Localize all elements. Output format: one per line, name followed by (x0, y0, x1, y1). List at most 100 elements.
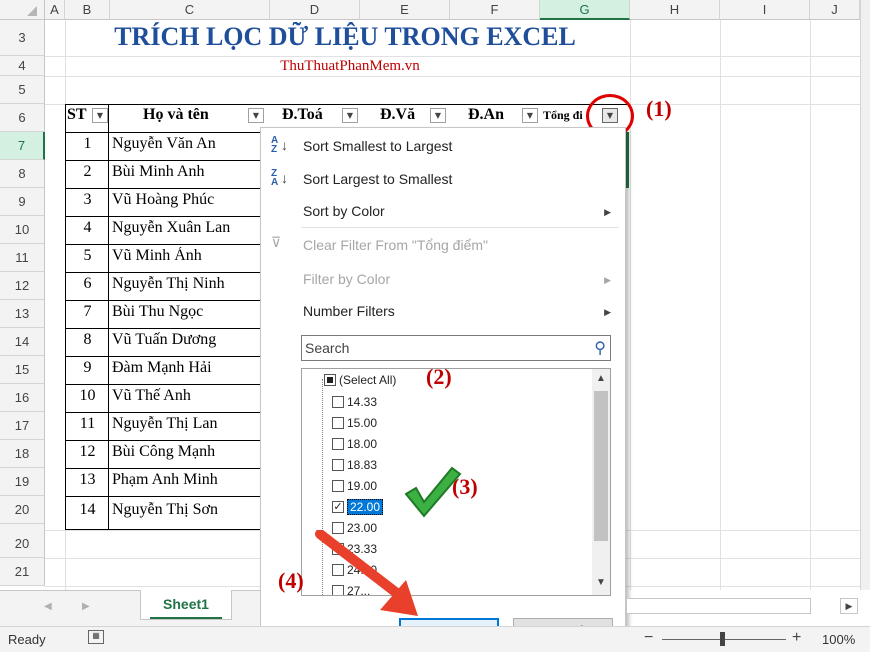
cell-stt[interactable]: 7 (65, 303, 110, 321)
filter-by-color[interactable]: Filter by Color (303, 271, 390, 287)
macro-record-icon[interactable]: ▦ (88, 630, 104, 644)
cell-stt[interactable]: 14 (65, 501, 110, 519)
row-header[interactable]: 11 (0, 244, 45, 272)
sort-by-color[interactable]: Sort by Color (303, 203, 385, 219)
cell-name[interactable]: Nguyễn Thị Sơn (112, 501, 262, 519)
row-header[interactable]: 18 (0, 440, 45, 468)
scroll-thumb[interactable] (594, 391, 608, 541)
row-header[interactable]: 12 (0, 272, 45, 300)
column-header-a[interactable]: A (45, 0, 65, 20)
vertical-scrollbar[interactable] (860, 0, 870, 590)
sort-smallest-to-largest[interactable]: Sort Smallest to Largest (303, 138, 452, 154)
row-header[interactable]: 9 (0, 188, 45, 216)
row-header[interactable]: 8 (0, 160, 45, 188)
search-input[interactable]: Search ⚲ (301, 335, 611, 361)
row-header[interactable]: 4 (0, 56, 45, 76)
column-header-g[interactable]: G (540, 0, 630, 20)
tab-scroll-left-icon[interactable]: ◀ (44, 601, 52, 612)
value-checkbox[interactable] (332, 395, 344, 408)
filter-button-name[interactable]: ▼ (248, 108, 264, 123)
row-header[interactable]: 20 (0, 496, 45, 524)
cell-stt[interactable]: 4 (65, 219, 110, 237)
clear-filter[interactable]: Clear Filter From "Tổng điểm" (303, 237, 488, 253)
cell-stt[interactable]: 3 (65, 191, 110, 209)
cell-name[interactable]: Vũ Tuấn Dương (112, 331, 262, 349)
row-header[interactable]: 13 (0, 300, 45, 328)
horizontal-scrollbar[interactable] (626, 598, 811, 614)
select-all-checkbox[interactable] (324, 373, 336, 386)
cell-name[interactable]: Vũ Thế Anh (112, 387, 262, 405)
cell-name[interactable]: Nguyễn Văn An (112, 135, 262, 153)
value-item[interactable]: 14.33 (332, 392, 377, 412)
column-header-b[interactable]: B (65, 0, 110, 20)
value-item[interactable]: 18.00 (332, 434, 377, 454)
filter-button-anh[interactable]: ▼ (522, 108, 538, 123)
hscroll-right-icon[interactable]: ▶ (840, 598, 858, 614)
cell-name[interactable]: Phạm Anh Minh (112, 471, 262, 489)
filter-button-stt[interactable]: ▼ (92, 108, 108, 123)
row-header[interactable]: 21 (0, 558, 45, 586)
cell-name[interactable]: Đàm Mạnh Hải (112, 359, 262, 377)
row-header[interactable]: 7 (0, 132, 45, 160)
row-header[interactable]: 20 (0, 530, 45, 558)
tab-scroll-right-icon[interactable]: ▶ (82, 601, 90, 612)
column-header-e[interactable]: E (360, 0, 450, 20)
row-header[interactable]: 15 (0, 356, 45, 384)
cell-name[interactable]: Bùi Minh Anh (112, 163, 262, 181)
cell-stt[interactable]: 8 (65, 331, 110, 349)
value-item[interactable]: 18.83 (332, 455, 377, 475)
cell-stt[interactable]: 12 (65, 443, 110, 461)
cell-stt[interactable]: 6 (65, 275, 110, 293)
value-item[interactable]: 19.00 (332, 476, 377, 496)
cell-name[interactable]: Vũ Hoàng Phúc (112, 191, 262, 209)
cell-name[interactable]: Bùi Công Mạnh (112, 443, 262, 461)
row-header[interactable]: 10 (0, 216, 45, 244)
zoom-out-icon[interactable]: − (644, 629, 653, 647)
scroll-up-icon[interactable]: ▲ (596, 373, 606, 384)
column-header-f[interactable]: F (450, 0, 540, 20)
value-checkbox[interactable] (332, 458, 344, 471)
header-toan[interactable]: Đ.Toá (282, 106, 342, 124)
sheet-tab-sheet1[interactable]: Sheet1 (140, 590, 232, 620)
cell-name[interactable]: Bùi Thu Ngọc (112, 303, 262, 321)
sort-largest-to-smallest[interactable]: Sort Largest to Smallest (303, 171, 452, 187)
zoom-in-icon[interactable]: + (792, 629, 801, 647)
cell-stt[interactable]: 9 (65, 359, 110, 377)
cell-name[interactable]: Vũ Minh Ánh (112, 247, 262, 265)
value-checkbox[interactable] (332, 479, 344, 492)
row-header[interactable]: 19 (0, 468, 45, 496)
row-header[interactable]: 17 (0, 412, 45, 440)
column-header-h[interactable]: H (630, 0, 720, 20)
scroll-down-icon[interactable]: ▼ (596, 577, 606, 588)
column-header-j[interactable]: J (810, 0, 860, 20)
row-header[interactable]: 6 (0, 104, 45, 132)
cell-stt[interactable]: 13 (65, 471, 110, 489)
number-filters[interactable]: Number Filters (303, 303, 395, 319)
value-checkbox[interactable] (332, 437, 344, 450)
cell-stt[interactable]: 11 (65, 415, 110, 433)
cell-stt[interactable]: 2 (65, 163, 110, 181)
header-anh[interactable]: Đ.An (468, 106, 520, 124)
header-name[interactable]: Họ và tên (143, 106, 243, 124)
value-checkbox-checked[interactable]: ✓ (332, 500, 344, 513)
filter-button-van[interactable]: ▼ (430, 108, 446, 123)
row-header[interactable]: 5 (0, 76, 45, 104)
column-header-i[interactable]: I (720, 0, 810, 20)
cell-name[interactable]: Nguyễn Thị Lan (112, 415, 262, 433)
value-item-selected[interactable]: ✓ 22.00 (332, 497, 384, 517)
column-header-d[interactable]: D (270, 0, 360, 20)
column-header-c[interactable]: C (110, 0, 270, 20)
cell-stt[interactable]: 10 (65, 387, 110, 405)
header-van[interactable]: Đ.Vă (380, 106, 430, 124)
zoom-slider-thumb[interactable] (720, 632, 725, 646)
value-item[interactable]: 15.00 (332, 413, 377, 433)
row-header[interactable]: 16 (0, 384, 45, 412)
cell-stt[interactable]: 5 (65, 247, 110, 265)
filter-button-toan[interactable]: ▼ (342, 108, 358, 123)
zoom-level[interactable]: 100% (822, 632, 855, 647)
list-scrollbar[interactable]: ▲ ▼ (592, 369, 610, 595)
row-header[interactable]: 14 (0, 328, 45, 356)
row-header[interactable]: 3 (0, 20, 45, 56)
cell-name[interactable]: Nguyễn Thị Ninh (112, 275, 262, 293)
select-all-item[interactable]: (Select All) (324, 370, 396, 390)
